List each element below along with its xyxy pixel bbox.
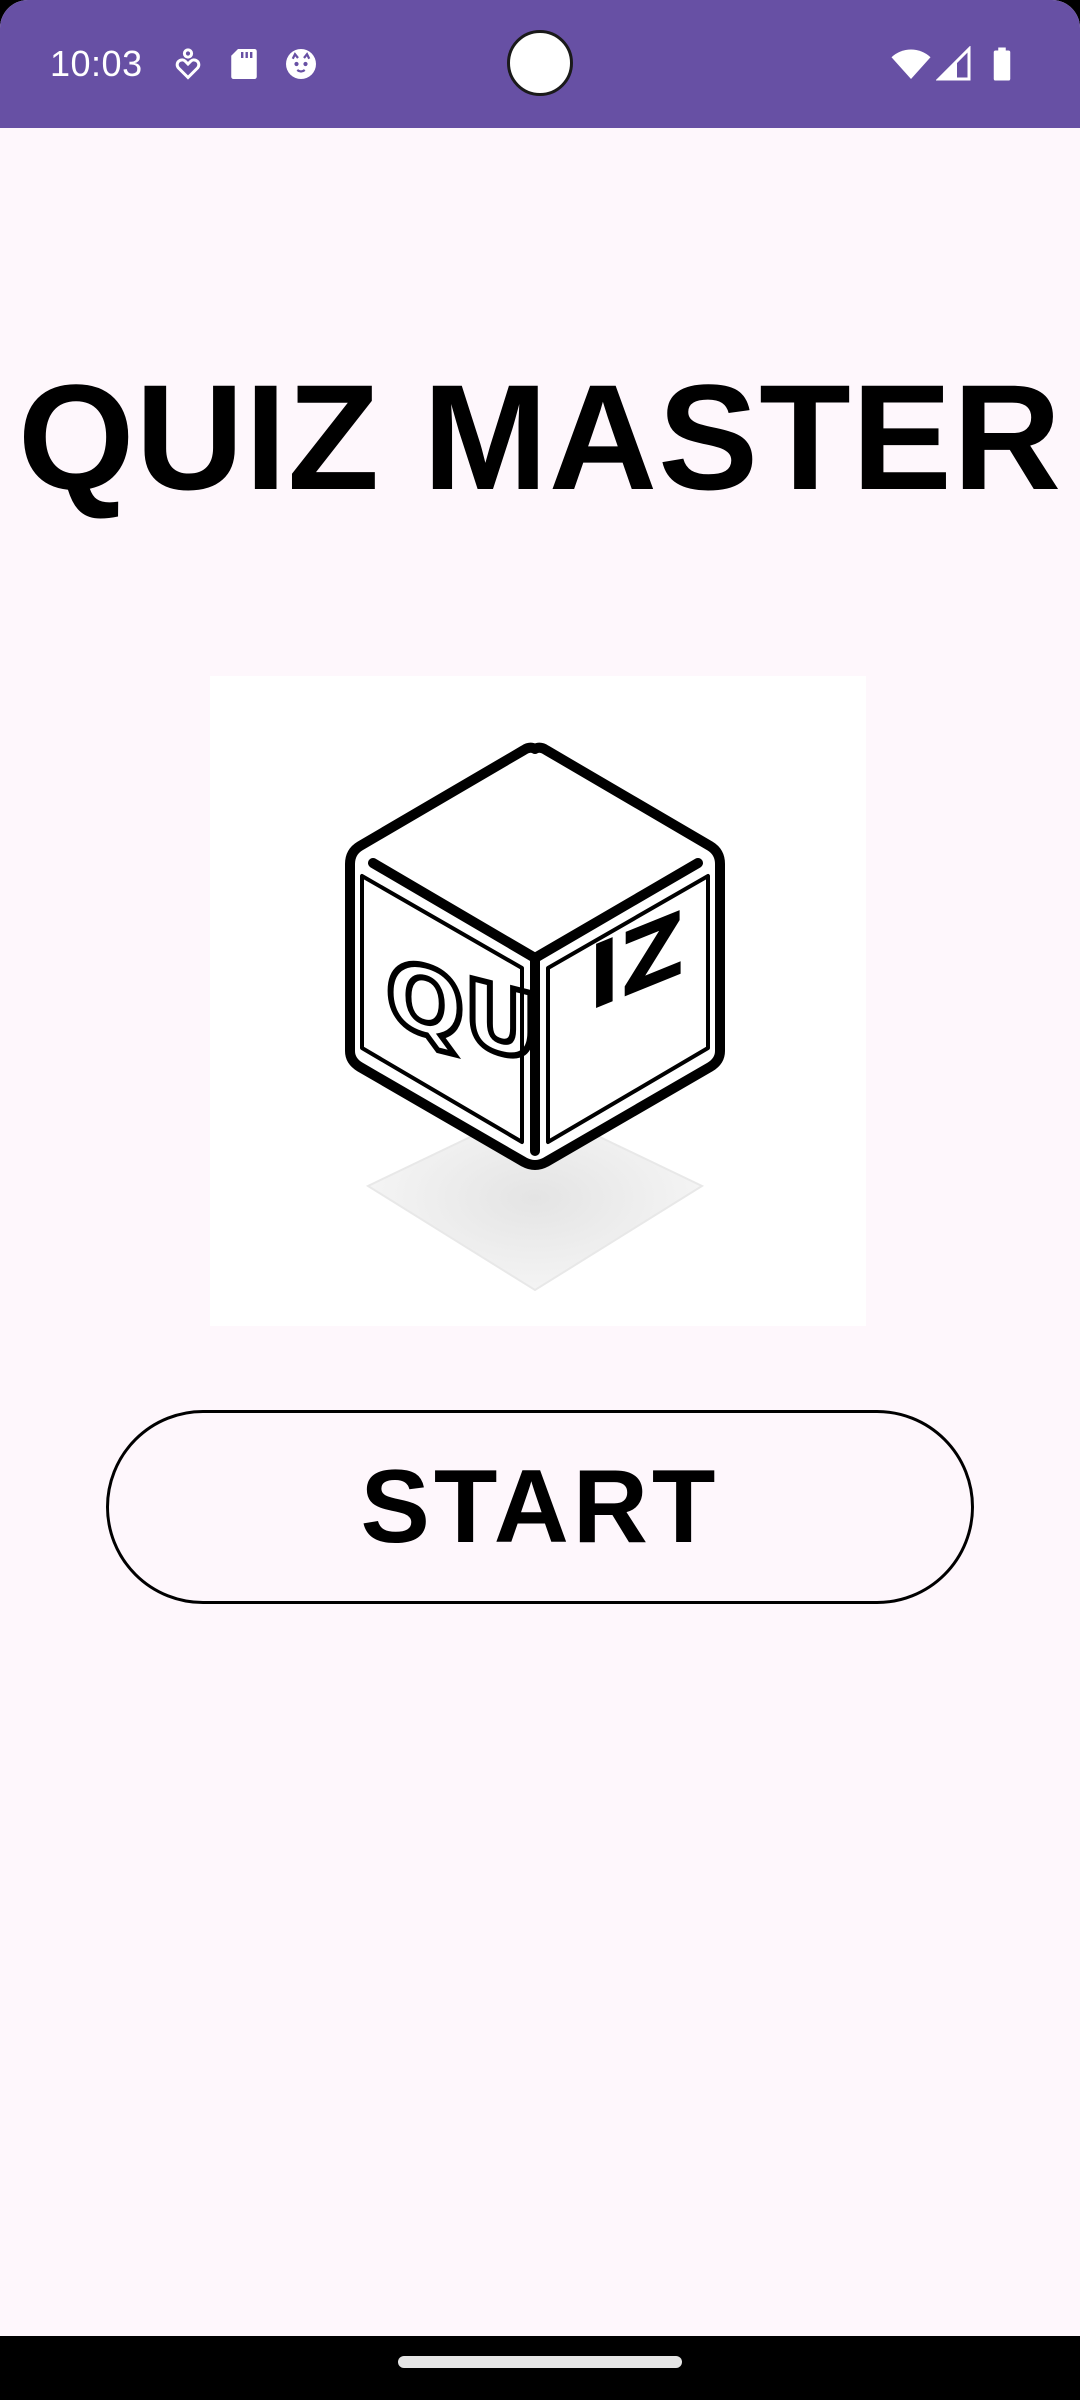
cat-face-icon (283, 46, 319, 82)
status-time: 10:03 (50, 43, 143, 84)
start-button[interactable]: START (106, 1410, 974, 1604)
app-title: QUIZ MASTER (17, 353, 1063, 521)
status-bar: 10:03 (0, 0, 1080, 128)
cell-signal-icon (935, 45, 972, 82)
sd-card-icon (226, 46, 262, 82)
quiz-cube-logo: QU IZ (210, 676, 866, 1326)
app-screen: 10:03 QUIZ MASTER QU IZ START (0, 0, 1080, 2400)
accessibility-icon (170, 46, 206, 82)
camera-cutout (507, 30, 573, 96)
wifi-icon (890, 46, 932, 82)
home-gesture-handle[interactable] (398, 2356, 682, 2368)
navigation-bar (0, 2336, 1080, 2400)
battery-icon (984, 46, 1020, 82)
